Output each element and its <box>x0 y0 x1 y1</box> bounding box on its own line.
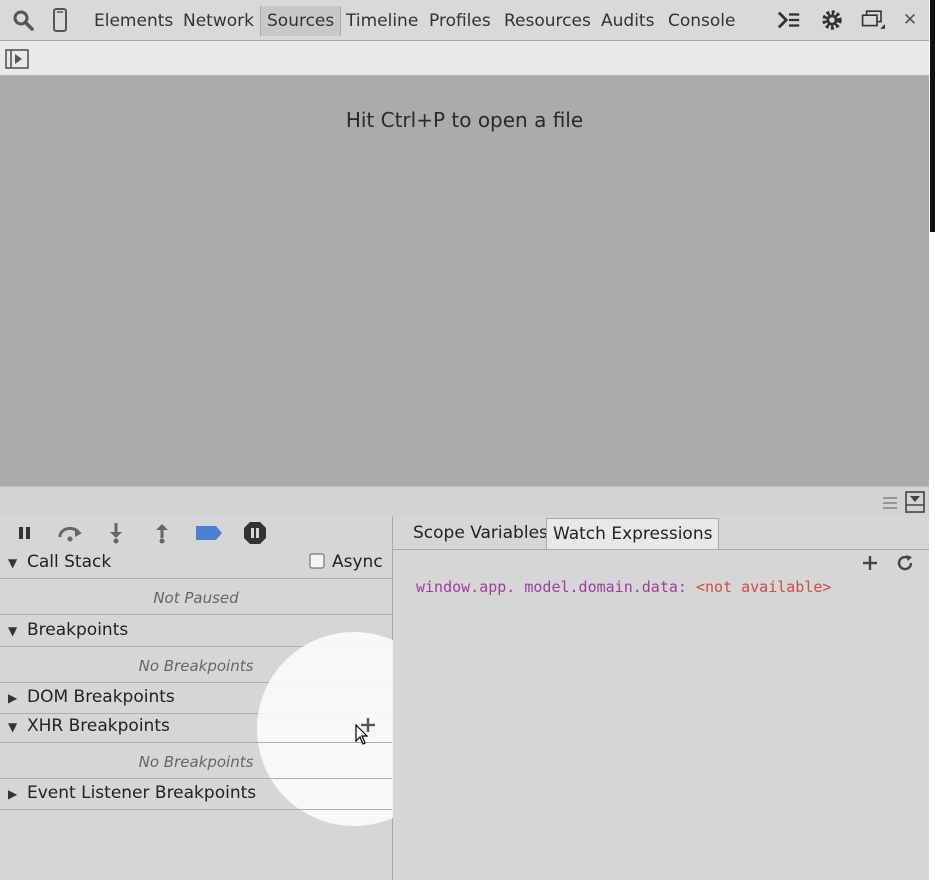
deactivate-breakpoints-icon[interactable] <box>194 522 224 544</box>
scrollbar-thumb[interactable] <box>930 0 935 232</box>
async-checkbox[interactable] <box>309 553 325 569</box>
toggle-navigator-icon[interactable] <box>5 49 29 69</box>
mouse-cursor-icon <box>355 723 369 746</box>
tab-watch-expressions[interactable]: Watch Expressions <box>546 518 720 549</box>
step-out-icon[interactable] <box>149 522 175 544</box>
step-over-icon[interactable] <box>57 522 83 544</box>
watch-expression-value: <not available> <box>695 578 832 596</box>
breakpoints-status: No Breakpoints <box>138 657 254 675</box>
expand-triangle-icon: ▼ <box>8 624 18 638</box>
call-stack-body: Not Paused <box>0 579 392 615</box>
console-drawer-icon[interactable] <box>777 8 801 32</box>
close-icon[interactable]: ✕ <box>898 8 922 32</box>
refresh-icon[interactable] <box>896 554 914 572</box>
watch-expression-name: window.app. model.domain.data <box>416 578 678 596</box>
device-mode-icon[interactable] <box>48 8 72 32</box>
call-stack-status: Not Paused <box>153 589 239 607</box>
call-stack-header[interactable]: ▼ Call Stack Async <box>0 549 392 579</box>
xhr-breakpoints-body: No Breakpoints <box>0 743 392 779</box>
tab-elements[interactable]: Elements <box>94 6 173 36</box>
debugger-toolbar <box>0 516 392 550</box>
tab-resources[interactable]: Resources <box>504 6 591 36</box>
gear-icon[interactable] <box>820 8 844 32</box>
menu-lines-icon[interactable] <box>882 495 898 509</box>
collapse-triangle-icon: ▶ <box>8 787 18 801</box>
search-icon[interactable] <box>11 8 35 32</box>
event-listener-breakpoints-header[interactable]: ▶ Event Listener Breakpoints <box>0 780 392 810</box>
tab-timeline[interactable]: Timeline <box>346 6 418 36</box>
call-stack-title: Call Stack <box>27 552 112 572</box>
collapse-triangle-icon: ▶ <box>8 691 18 705</box>
editor-area[interactable] <box>0 76 929 486</box>
tab-sources[interactable]: Sources <box>260 6 342 36</box>
watch-expression-row[interactable]: window.app. model.domain.data: <not avai… <box>416 578 831 596</box>
add-watch-expression-icon[interactable] <box>862 555 878 571</box>
tab-audits[interactable]: Audits <box>601 6 654 36</box>
xhr-breakpoints-header[interactable]: ▼ XHR Breakpoints <box>0 713 392 743</box>
expand-triangle-icon: ▼ <box>8 720 18 734</box>
sources-toolbar <box>0 41 929 76</box>
editor-empty-hint: Hit Ctrl+P to open a file <box>345 108 584 132</box>
tab-profiles[interactable]: Profiles <box>429 6 491 36</box>
step-into-icon[interactable] <box>103 522 129 544</box>
sidebar-tabs-panel <box>393 516 929 880</box>
pause-icon[interactable] <box>11 522 37 544</box>
async-label: Async <box>332 552 383 572</box>
dock-side-icon[interactable] <box>861 8 885 32</box>
toggle-debugger-sidebar-icon[interactable] <box>905 491 925 513</box>
split-toolbar <box>0 486 929 517</box>
breakpoints-title: Breakpoints <box>27 620 129 640</box>
xhr-breakpoints-status: No Breakpoints <box>138 753 254 771</box>
expand-triangle-icon: ▼ <box>8 556 18 570</box>
dom-breakpoints-title: DOM Breakpoints <box>27 687 175 707</box>
event-listener-breakpoints-title: Event Listener Breakpoints <box>27 783 257 803</box>
tab-console[interactable]: Console <box>668 6 736 36</box>
devtools-tab-bar: Elements Network Sources Timeline Profil… <box>0 0 929 41</box>
tab-network[interactable]: Network <box>183 6 254 36</box>
pause-on-exceptions-icon[interactable] <box>242 522 268 544</box>
tab-scope-variables[interactable]: Scope Variables <box>407 518 554 548</box>
watch-expression-separator: : <box>677 578 687 596</box>
sidebar-tab-strip: Scope Variables Watch Expressions <box>393 516 929 550</box>
xhr-breakpoints-title: XHR Breakpoints <box>27 716 170 736</box>
